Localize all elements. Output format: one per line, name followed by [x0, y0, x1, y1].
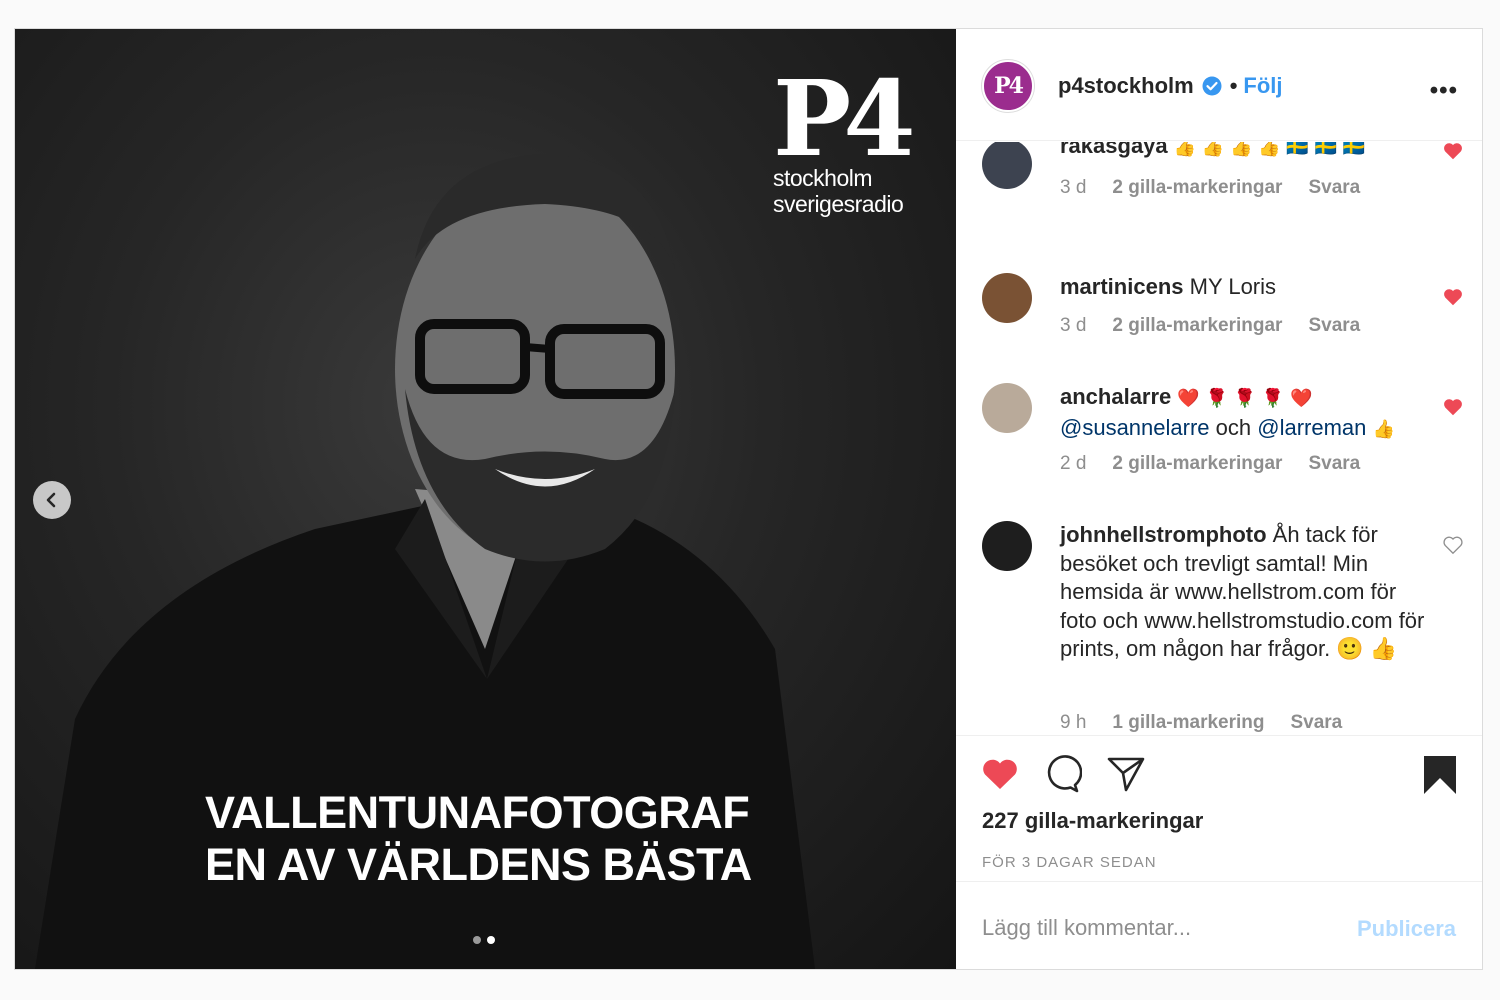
comment-likes[interactable]: 2 gilla-markeringar — [1112, 315, 1282, 337]
likes-count[interactable]: 227 gilla-markeringar — [982, 808, 1203, 834]
add-comment-bar: Publicera — [956, 881, 1482, 969]
comment-meta: 2 d 2 gilla-markeringar Svara — [1060, 453, 1360, 475]
comment-likes[interactable]: 2 gilla-markeringar — [1112, 453, 1282, 475]
heart-filled-icon[interactable] — [1442, 396, 1464, 418]
p4-stockholm-logo: P4 stockholm sverigesradio — [773, 57, 923, 218]
reply-button[interactable]: Svara — [1290, 712, 1342, 734]
photo-headline: VALLENTUNAFOTOGRAF EN AV VÄRLDENS BÄSTA — [205, 787, 805, 891]
post-timestamp[interactable]: FÖR 3 DAGAR SEDAN — [982, 854, 1157, 871]
comment-text: johnhellstromphoto Åh tack för besöket o… — [1060, 521, 1430, 664]
comment-username[interactable]: rakasgaya — [1060, 142, 1168, 158]
avatar-mark: P4 — [994, 73, 1024, 99]
comment-meta: 3 d 2 gilla-markeringar Svara — [1060, 315, 1360, 337]
headline-line-2: EN AV VÄRLDENS BÄSTA — [205, 839, 752, 890]
comment-likes[interactable]: 2 gilla-markeringar — [1112, 177, 1282, 199]
comment-icon[interactable] — [1042, 754, 1082, 794]
comment-avatar[interactable] — [982, 142, 1032, 189]
comment-content: ❤️ 🌹 🌹 🌹 ❤️ — [1177, 388, 1313, 409]
heart-filled-icon[interactable] — [980, 754, 1020, 794]
follow-button[interactable]: Följ — [1243, 73, 1282, 99]
carousel-dot-active — [487, 936, 495, 944]
comment-time[interactable]: 3 d — [1060, 315, 1086, 337]
comment-likes[interactable]: 1 gilla-markering — [1112, 712, 1264, 734]
carousel-prev-button[interactable] — [33, 481, 71, 519]
logo-mark: P4 — [773, 57, 916, 180]
post-header: P4 p4stockholm • Följ ••• — [956, 29, 1482, 141]
heart-outline-icon[interactable] — [1442, 534, 1464, 556]
comment-content: MY Loris — [1189, 274, 1277, 299]
separator-dot: • — [1229, 73, 1238, 98]
comment-conjunction: och — [1215, 414, 1252, 440]
mention-link[interactable]: @susannelarre — [1060, 415, 1210, 440]
comment-username[interactable]: anchalarre — [1060, 384, 1171, 409]
comment-time[interactable]: 2 d — [1060, 453, 1086, 475]
comment-emoji: 👍 — [1372, 418, 1395, 440]
post-photo: P4 stockholm sverigesradio VALLENTUNAFOT… — [15, 29, 956, 969]
post-modal: P4 stockholm sverigesradio VALLENTUNAFOT… — [14, 28, 1483, 970]
comment-meta: 9 h 1 gilla-markering Svara — [1060, 712, 1342, 734]
chevron-left-icon — [46, 492, 56, 508]
reply-button[interactable]: Svara — [1308, 453, 1360, 475]
mention-link[interactable]: @larreman — [1257, 415, 1366, 440]
heart-filled-icon[interactable] — [1442, 142, 1464, 162]
headline-line-1: VALLENTUNAFOTOGRAF — [205, 787, 750, 838]
logo-line-2: sverigesradio — [773, 191, 904, 217]
more-options-button[interactable]: ••• — [1430, 77, 1458, 105]
comment-text: martinicens MY Loris — [1060, 273, 1430, 302]
comment-text: rakasgaya 👍 👍 👍 👍 🇸🇪 🇸🇪 🇸🇪 — [1060, 142, 1430, 163]
comment-avatar[interactable] — [982, 521, 1032, 571]
comment-username[interactable]: martinicens — [1060, 274, 1184, 299]
comment-input[interactable] — [982, 910, 1322, 946]
publish-button[interactable]: Publicera — [1357, 916, 1456, 942]
post-actions: 227 gilla-markeringar FÖR 3 DAGAR SEDAN — [956, 735, 1482, 883]
avatar[interactable]: P4 — [982, 60, 1034, 112]
comment-avatar[interactable] — [982, 383, 1032, 433]
carousel-indicator — [473, 936, 495, 944]
comment-time[interactable]: 3 d — [1060, 177, 1086, 199]
post-sidebar: P4 p4stockholm • Följ ••• rakasgaya 👍 👍 … — [956, 29, 1482, 969]
heart-filled-icon[interactable] — [1442, 286, 1464, 308]
comment-text: anchalarre ❤️ 🌹 🌹 🌹 ❤️ @susannelarre och… — [1060, 383, 1430, 444]
comments-list: rakasgaya 👍 👍 👍 👍 🇸🇪 🇸🇪 🇸🇪 3 d 2 gilla-m… — [956, 142, 1482, 734]
comment-meta: 3 d 2 gilla-markeringar Svara — [1060, 177, 1360, 199]
header-user-row: p4stockholm • Följ — [1058, 73, 1283, 99]
comment-time[interactable]: 9 h — [1060, 712, 1086, 734]
reply-button[interactable]: Svara — [1308, 315, 1360, 337]
verified-badge-icon — [1202, 76, 1222, 96]
bookmark-filled-icon[interactable] — [1422, 754, 1458, 796]
header-username[interactable]: p4stockholm — [1058, 73, 1194, 99]
comment-username[interactable]: johnhellstromphoto — [1060, 522, 1267, 547]
share-icon[interactable] — [1106, 754, 1146, 794]
comment-avatar[interactable] — [982, 273, 1032, 323]
carousel-dot — [473, 936, 481, 944]
comment-content: 👍 👍 👍 👍 🇸🇪 🇸🇪 🇸🇪 — [1173, 142, 1365, 158]
reply-button[interactable]: Svara — [1308, 177, 1360, 199]
